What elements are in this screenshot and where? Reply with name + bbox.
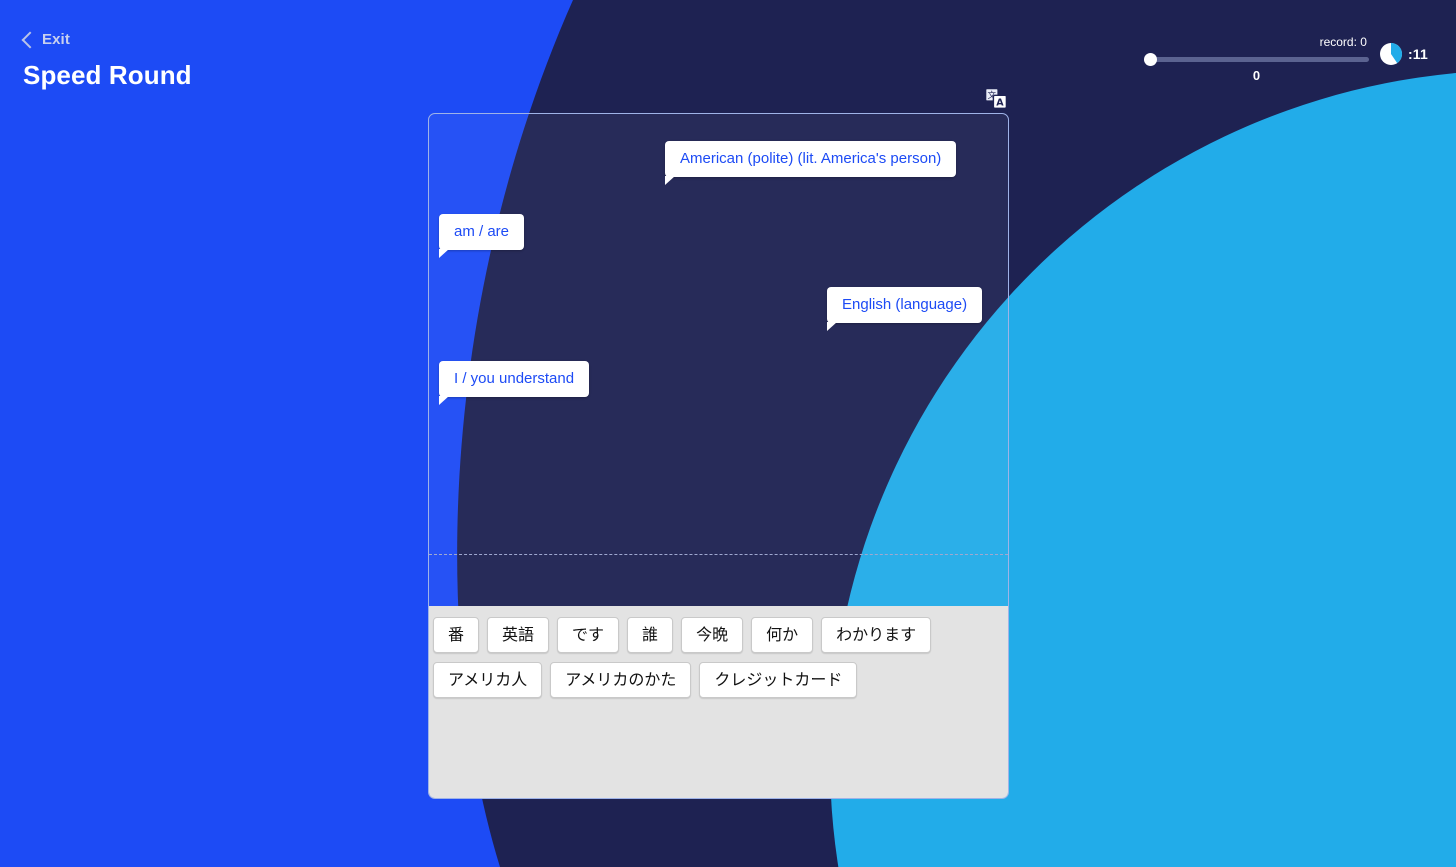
exit-button[interactable]: Exit <box>21 31 70 49</box>
word-tile[interactable]: クレジットカード <box>699 662 858 699</box>
tray-rows: 番 英語 です 誰 今晩 何か わかります アメリカ人 アメリカのかた クレジッ… <box>432 617 1008 707</box>
pie-timer-icon <box>1379 42 1402 65</box>
record-label: record: 0 <box>1319 35 1367 49</box>
bubble-board: American (polite) (lit. America's person… <box>429 114 1008 605</box>
word-tile[interactable]: アメリカのかた <box>550 662 692 699</box>
tray-row: アメリカ人 アメリカのかた クレジットカード <box>432 662 1008 707</box>
word-tile[interactable]: わかります <box>821 617 932 654</box>
word-tile[interactable]: 番 <box>433 617 480 654</box>
exit-label: Exit <box>42 31 70 48</box>
word-tray: 番 英語 です 誰 今晩 何か わかります アメリカ人 アメリカのかた クレジッ… <box>429 606 1008 798</box>
hud-controls: record: 0 0 :11 <box>1143 35 1428 83</box>
progress-slider[interactable]: record: 0 0 <box>1143 35 1369 83</box>
app-root: Exit Speed Round record: 0 0 :11 文 A Ame… <box>0 0 1456 867</box>
svg-text:A: A <box>996 98 1004 109</box>
speech-bubble[interactable]: American (polite) (lit. America's person… <box>665 141 957 186</box>
speech-bubble[interactable]: I / you understand <box>439 361 590 406</box>
speech-bubble[interactable]: am / are <box>439 214 525 259</box>
word-tile[interactable]: 誰 <box>627 617 674 654</box>
answer-divider <box>429 554 1008 555</box>
chevron-left-icon <box>21 31 39 49</box>
slider-track[interactable] <box>1143 57 1369 62</box>
page-title: Speed Round <box>23 60 192 90</box>
translate-icon[interactable]: 文 A <box>984 87 1008 110</box>
score-value: 0 <box>1252 68 1261 83</box>
tray-row: 番 英語 です 誰 今晩 何か わかります <box>432 617 1008 662</box>
timer-label: :11 <box>1407 46 1428 62</box>
word-tile[interactable]: 英語 <box>487 617 550 654</box>
word-tile[interactable]: 今晩 <box>681 617 744 654</box>
word-tile[interactable]: 何か <box>751 617 814 654</box>
timer: :11 <box>1379 42 1428 66</box>
slider-thumb[interactable] <box>1143 53 1157 66</box>
word-tile[interactable]: です <box>557 617 620 654</box>
game-card: American (polite) (lit. America's person… <box>428 113 1009 799</box>
speech-bubble[interactable]: English (language) <box>827 287 983 332</box>
word-tile[interactable]: アメリカ人 <box>433 662 543 699</box>
